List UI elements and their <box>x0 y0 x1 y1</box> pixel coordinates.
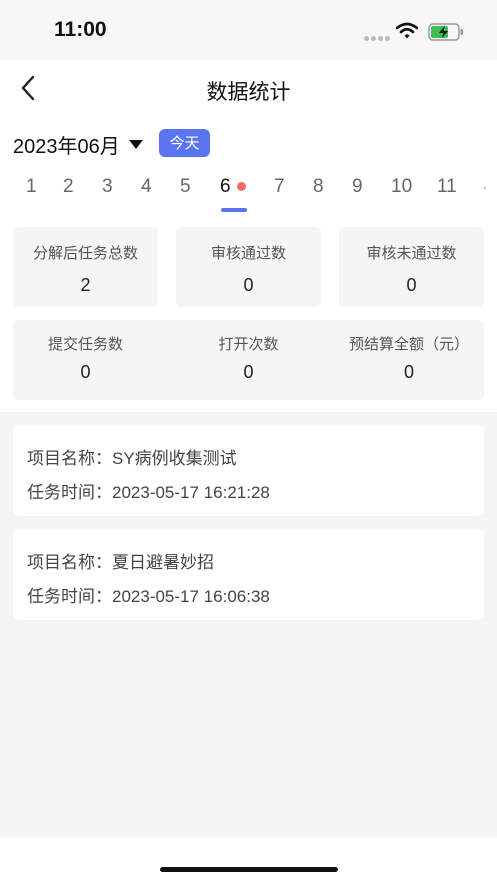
task-time: 任务时间：2023-05-17 16:21:28 <box>27 478 270 503</box>
task-card[interactable]: 项目名称：夏日避暑妙招 任务时间：2023-05-17 16:06:38 <box>13 529 484 620</box>
stat-open-count: 打开次数 0 <box>176 320 321 400</box>
signal-icon <box>364 36 390 42</box>
caret-down-icon <box>128 140 143 149</box>
stat-card-rejected: 审核未通过数 0 <box>339 227 484 307</box>
day-item[interactable]: 8 <box>313 176 324 198</box>
day-item[interactable]: 10 <box>391 176 412 198</box>
stat-label: 提交任务数 <box>47 335 123 353</box>
day-item[interactable]: 3 <box>102 176 113 198</box>
day-item[interactable]: 7 <box>274 176 285 198</box>
day-item[interactable]: 2 <box>63 176 74 198</box>
stat-label: 审核未通过数 <box>366 244 457 262</box>
calendar-panel: 2023年06月 今天 1 2 3 4 5 6 7 8 9 10 11 · 分解… <box>0 116 497 412</box>
day-item[interactable]: 11 <box>437 176 457 198</box>
page-title: 数据统计 <box>206 80 291 104</box>
day-item[interactable]: 9 <box>352 176 363 198</box>
task-card[interactable]: 项目名称：SY病例收集测试 任务时间：2023-05-17 16:21:28 <box>13 425 484 516</box>
stat-submitted: 提交任务数 0 <box>13 320 158 400</box>
task-time: 任务时间：2023-05-17 16:06:38 <box>27 582 270 607</box>
day-item[interactable]: 1 <box>26 176 37 198</box>
stat-label: 预结算全额（元） <box>348 335 469 353</box>
stat-card-approved: 审核通过数 0 <box>176 227 321 307</box>
home-indicator[interactable] <box>160 867 338 872</box>
stat-label: 打开次数 <box>218 335 279 353</box>
nav-bar: 数据统计 <box>0 60 497 116</box>
bottom-area <box>0 838 497 883</box>
stat-value: 0 <box>406 275 417 295</box>
stat-value: 0 <box>243 362 254 382</box>
day-strip: 1 2 3 4 5 6 7 8 9 10 11 · <box>0 172 497 212</box>
battery-icon <box>428 23 463 41</box>
stat-value: 0 <box>80 362 91 382</box>
task-time-value: 2023-05-17 16:06:38 <box>112 587 270 606</box>
stat-value: 2 <box>80 275 91 295</box>
day-item-selected[interactable]: 6 <box>220 176 231 198</box>
task-time-label: 任务时间： <box>27 587 112 607</box>
more-days-indicator: · <box>482 178 488 199</box>
selected-day-underline <box>221 208 247 212</box>
month-picker[interactable]: 2023年06月 <box>13 130 143 159</box>
task-time-label: 任务时间： <box>27 483 112 503</box>
stat-value: 0 <box>403 362 414 382</box>
task-project-name: 项目名称：夏日避暑妙招 <box>27 548 214 573</box>
month-label: 2023年06月 <box>13 136 120 158</box>
task-name-label: 项目名称： <box>27 449 112 469</box>
status-time: 11:00 <box>54 18 107 41</box>
task-name-value: 夏日避暑妙招 <box>112 553 214 572</box>
stat-card-total-tasks: 分解后任务总数 2 <box>13 227 158 307</box>
stat-label: 审核通过数 <box>210 244 286 262</box>
task-name-label: 项目名称： <box>27 553 112 573</box>
day-item[interactable]: 4 <box>141 176 152 198</box>
task-name-value: SY病例收集测试 <box>112 449 237 468</box>
stat-card-row: 提交任务数 0 打开次数 0 预结算全额（元） 0 <box>13 320 484 400</box>
task-project-name: 项目名称：SY病例收集测试 <box>27 444 237 469</box>
today-button[interactable]: 今天 <box>159 129 210 157</box>
status-bar: 11:00 <box>0 0 497 60</box>
wifi-icon <box>396 22 418 39</box>
stat-value: 0 <box>243 275 254 295</box>
task-time-value: 2023-05-17 16:21:28 <box>112 483 270 502</box>
day-marker-dot <box>237 182 246 191</box>
day-item[interactable]: 5 <box>180 176 191 198</box>
stat-label: 分解后任务总数 <box>32 244 138 262</box>
stat-pre-settlement: 预结算全额（元） 0 <box>329 320 489 400</box>
